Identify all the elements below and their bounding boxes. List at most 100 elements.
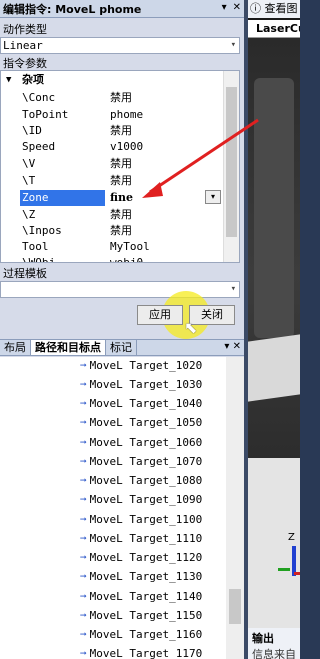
param-value: wobj0: [110, 256, 144, 263]
list-item[interactable]: ➞ MoveL Target_1090: [80, 492, 202, 508]
param-row[interactable]: \Inpos 禁用: [1, 223, 223, 239]
robot-body: [254, 78, 294, 338]
list-item[interactable]: ➞ MoveL Target_1150: [80, 608, 202, 624]
list-scrollbar[interactable]: [226, 357, 244, 659]
move-arrow-icon: ➞: [80, 378, 87, 391]
list-item[interactable]: ➞ MoveL Target_1060: [80, 435, 202, 451]
move-arrow-icon: ➞: [80, 474, 87, 487]
tab-output[interactable]: 输出: [252, 630, 274, 646]
list-item[interactable]: ➞ MoveL Target_1030: [80, 377, 202, 393]
params-group-label: 杂项: [22, 73, 44, 86]
param-value: fine: [110, 191, 133, 204]
param-value: 禁用: [110, 124, 132, 137]
chevron-down-icon: ▾: [230, 284, 236, 294]
param-row[interactable]: \V 禁用: [1, 156, 223, 172]
param-row[interactable]: \ID 禁用: [1, 123, 223, 139]
output-panel: 输出 信息来自: [248, 628, 300, 659]
param-name: ToPoint: [22, 108, 69, 121]
scrollbar-thumb[interactable]: [226, 87, 237, 237]
move-arrow-icon: ➞: [80, 455, 87, 468]
param-dropdown-button[interactable]: ▾: [205, 190, 221, 204]
collapse-icon[interactable]: ▼: [6, 72, 11, 88]
move-arrow-icon: ➞: [80, 609, 87, 622]
list-item[interactable]: ➞ MoveL Target_1050: [80, 415, 202, 431]
param-value: v1000: [110, 140, 144, 153]
param-row[interactable]: Speed v1000: [1, 139, 223, 155]
param-name: \Inpos: [22, 224, 62, 237]
param-value: MyTool: [110, 240, 150, 253]
close-icon[interactable]: ✕: [233, 2, 241, 13]
list-item[interactable]: ➞ MoveL Target_1080: [80, 473, 202, 489]
params-label: 指令参数: [3, 57, 47, 70]
param-value: phome: [110, 108, 144, 121]
tab-bar: 布局 路径和目标点 标记 ▾ ✕: [0, 339, 244, 356]
move-arrow-icon: ➞: [80, 628, 87, 641]
param-name: \WObj: [22, 256, 56, 263]
view-header-label: 查看图: [264, 2, 298, 15]
info-icon: ⓘ: [250, 2, 261, 15]
list-item[interactable]: ➞ MoveL Target_1070: [80, 454, 202, 470]
pin-icon[interactable]: ▾: [222, 2, 227, 13]
instruction-type-select[interactable]: Linear ▾: [0, 37, 240, 54]
move-arrow-icon: ➞: [80, 551, 87, 564]
tab-layout[interactable]: 布局: [0, 340, 31, 355]
params-grid: ▼ 杂项 \Conc 禁用 ToPoint phome \ID 禁用 Speed v10…: [0, 70, 240, 263]
process-template-label: 过程模板: [3, 267, 47, 280]
param-value: 禁用: [110, 157, 132, 170]
param-row[interactable]: ToPoint phome: [1, 107, 223, 123]
axis-y-icon: [278, 568, 290, 571]
3d-view-panel: ⓘ 查看图 LaserCut Z 输出 信息来自: [248, 0, 300, 659]
move-arrow-icon: ➞: [80, 493, 87, 506]
list-item[interactable]: ➞ MoveL Target_1170: [80, 646, 202, 659]
list-item[interactable]: ➞ MoveL Target_1160: [80, 627, 202, 643]
params-scrollbar[interactable]: [223, 71, 239, 262]
param-name: \Z: [22, 208, 36, 221]
list-item[interactable]: ➞ MoveL Target_1140: [80, 589, 202, 605]
list-item[interactable]: ➞ MoveL Target_1130: [80, 569, 202, 585]
view-header: ⓘ 查看图: [248, 0, 300, 18]
pin-icon[interactable]: ▾ ✕: [224, 341, 241, 352]
param-name: \ID: [22, 124, 42, 137]
param-row[interactable]: Tool MyTool: [1, 239, 223, 255]
param-value: 禁用: [110, 208, 132, 221]
list-item[interactable]: ➞ MoveL Target_1110: [80, 531, 202, 547]
work-surface: [248, 334, 300, 402]
move-arrow-icon: ➞: [80, 532, 87, 545]
floor: [248, 458, 300, 628]
move-arrow-icon: ➞: [80, 397, 87, 410]
process-template-select[interactable]: ▾: [0, 281, 240, 298]
param-value: 禁用: [110, 224, 132, 237]
param-row[interactable]: \T 禁用: [1, 173, 223, 189]
path-list: ➞ MoveL Target_1020 ➞ MoveL Target_1030 ➞ M…: [0, 357, 244, 659]
param-row[interactable]: \Conc 禁用: [1, 90, 223, 106]
instruction-editor-panel: 编辑指令: MoveL phome ▾ ✕ 动作类型 Linear ▾ 指令参数…: [0, 0, 244, 659]
param-row-selected[interactable]: Zone fine: [1, 190, 223, 206]
param-name: Tool: [22, 240, 49, 253]
move-arrow-icon: ➞: [80, 436, 87, 449]
axis-x-icon: [294, 572, 300, 575]
param-value: 禁用: [110, 174, 132, 187]
param-row[interactable]: \Z 禁用: [1, 207, 223, 223]
param-name: Speed: [22, 140, 56, 153]
chevron-down-icon: ▾: [230, 40, 236, 50]
param-name: \Conc: [22, 91, 56, 104]
list-item[interactable]: ➞ MoveL Target_1020: [80, 358, 202, 374]
mouse-cursor-icon: ⬉: [184, 318, 198, 337]
editor-title-bar: 编辑指令: MoveL phome ▾ ✕: [0, 0, 244, 18]
param-row[interactable]: \WObj wobj0: [1, 255, 223, 263]
tab-lasercut-view[interactable]: LaserCut: [248, 20, 300, 38]
list-item[interactable]: ➞ MoveL Target_1040: [80, 396, 202, 412]
move-arrow-icon: ➞: [80, 359, 87, 372]
list-item[interactable]: ➞ MoveL Target_1120: [80, 550, 202, 566]
instruction-type-label: 动作类型: [3, 23, 47, 36]
params-group-row[interactable]: ▼ 杂项: [1, 72, 223, 88]
tab-paths-targets[interactable]: 路径和目标点: [31, 340, 106, 355]
3d-viewport[interactable]: Z: [248, 38, 300, 628]
axis-z-label: Z: [288, 532, 295, 543]
list-item[interactable]: ➞ MoveL Target_1100: [80, 512, 202, 528]
scrollbar-thumb[interactable]: [229, 589, 241, 624]
param-name: \V: [22, 157, 36, 170]
tab-tags[interactable]: 标记: [106, 340, 137, 355]
apply-button[interactable]: 应用: [137, 305, 183, 325]
move-arrow-icon: ➞: [80, 647, 87, 659]
